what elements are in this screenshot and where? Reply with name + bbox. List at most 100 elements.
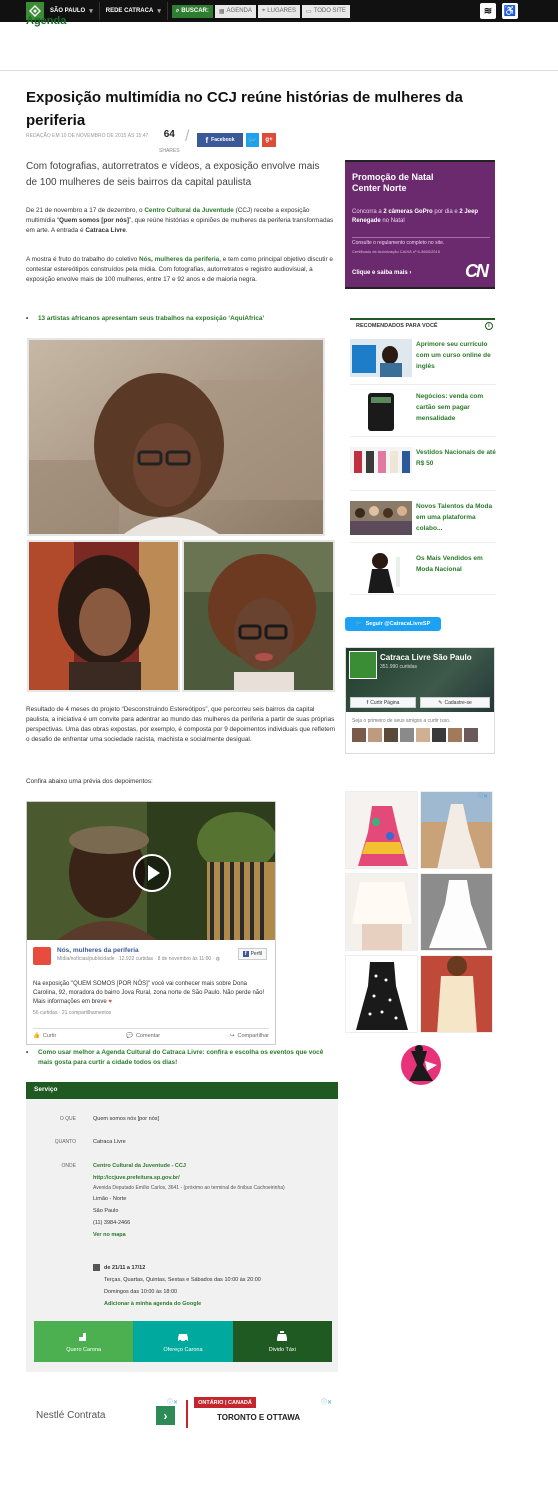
share-facebook-label: Facebook: [211, 137, 235, 143]
share-count: 64: [163, 129, 175, 140]
collective-link[interactable]: Nós, mulheres da periferia: [139, 256, 219, 263]
like-label: Curtir: [42, 1033, 57, 1039]
share-facebook-button[interactable]: f Facebook: [197, 133, 243, 147]
chevron-down-icon: ▾: [157, 8, 161, 15]
play-button[interactable]: [133, 854, 171, 892]
post-actions: 👍 Curtir 💬 Comentar ↪ Compartilhar: [33, 1028, 269, 1039]
filter-todo-site[interactable]: ▭ TODO SITE: [301, 4, 350, 18]
quero-carona-label: Quero Carona: [66, 1346, 102, 1353]
twitter-icon: 🐦: [355, 621, 363, 627]
service-heading: Serviço: [26, 1082, 338, 1099]
page-avatar[interactable]: [33, 947, 51, 965]
ad-text-link[interactable]: Nestlé Contrata: [36, 1410, 105, 1421]
filter-todo-site-label: TODO SITE: [313, 8, 346, 14]
share-counter: 64 SHARES: [159, 130, 180, 157]
accessibility-icon[interactable]: ♿: [502, 3, 518, 19]
share-googleplus-button[interactable]: g+: [262, 133, 276, 147]
avatar[interactable]: [432, 728, 446, 742]
video-player[interactable]: [27, 802, 275, 940]
divido-taxi-button[interactable]: Divido Táxi: [232, 1321, 332, 1362]
ad-banner-tag[interactable]: ONTÁRIO | CANADÁ: [194, 1397, 256, 1408]
recommended-item[interactable]: Negócios: venda com cartão sem pagar men…: [350, 389, 496, 437]
article-title: Exposição multimídia no CCJ reúne histór…: [26, 89, 463, 129]
venue-phone: (11) 3984-2466: [93, 1220, 131, 1226]
avatar[interactable]: [384, 728, 398, 742]
comment-button[interactable]: 💬 Comentar: [126, 1033, 160, 1039]
follow-label: Perfil: [250, 951, 262, 957]
calendar-icon: ▦: [218, 8, 225, 15]
recommended-item[interactable]: Aprimore seu currículo com um curso onli…: [350, 337, 496, 385]
twitter-follow-button[interactable]: 🐦 Seguir @CatracaLivreSP: [345, 617, 441, 631]
page-name-link[interactable]: Nós, mulheres da periferia: [57, 947, 139, 954]
adchoices-icon[interactable]: ⓘ✕: [167, 1397, 178, 1406]
related-link-agenda[interactable]: Como usar melhor a Agenda Cultural do Ca…: [26, 1048, 336, 1068]
facebook-cover: Catraca Livre São Paulo 351.990 curtidas…: [346, 648, 494, 712]
o-que-value: Quem somos nós [por nós]: [93, 1116, 160, 1122]
article-paragraph-3: Resultado de 4 meses do projeto “Descons…: [26, 706, 336, 743]
related-link-aquiafrica[interactable]: 13 artistas africanos apresentam seus tr…: [26, 314, 336, 324]
post-meta: Mídia/notícias/publicidade · 12.922 curt…: [57, 956, 237, 963]
dress-ad-item[interactable]: [345, 791, 418, 869]
facebook-video-embed: Nós, mulheres da periferia Mídia/notícia…: [26, 801, 276, 1045]
share-twitter-button[interactable]: 🐦: [246, 133, 259, 147]
divider: /: [185, 128, 190, 145]
facebook-icon: f: [205, 135, 209, 145]
follow-page-button[interactable]: f Perfil: [237, 948, 267, 960]
recommended-heading-text: RECOMENDADOS PARA VOCÊ: [356, 323, 438, 329]
avatar[interactable]: [352, 728, 366, 742]
recommended-heading: RECOMENDADOS PARA VOCÊ i: [350, 318, 495, 332]
twitter-icon: 🐦: [247, 135, 258, 145]
promo-banner-center-norte[interactable]: Promoção de Natal Center Norte Concorra …: [345, 160, 495, 289]
venue-link[interactable]: Centro Cultural da Juventude - CCJ: [93, 1163, 186, 1169]
dress-ad-item[interactable]: [420, 791, 493, 869]
network-selector[interactable]: REDE CATRACA ▾: [100, 2, 168, 20]
ad-divider: [186, 1400, 188, 1428]
ad-banner-headline[interactable]: TORONTO E OTTAWA: [217, 1413, 300, 1422]
recommended-item[interactable]: Novos Talentos da Moda em uma plataforma…: [350, 497, 496, 543]
price-text: Catraca Livre: [85, 227, 126, 234]
avatar[interactable]: [368, 728, 382, 742]
venue-url[interactable]: http://ccjuve.prefeitura.sp.gov.br/: [93, 1175, 180, 1181]
promo-rules: Consulte o regulamento completo no site.: [352, 237, 490, 246]
ofereco-carona-button[interactable]: Ofereço Carona: [133, 1321, 233, 1362]
adchoices-icon[interactable]: ⓘ✕: [477, 791, 488, 800]
dress-ad-item[interactable]: [345, 955, 418, 1033]
brand-logo[interactable]: [397, 1041, 445, 1089]
globe-icon: ◍: [215, 956, 220, 962]
promo-description: Concorra a 2 câmeras GoPro por dia e 2 J…: [352, 208, 490, 226]
fb-page-name[interactable]: Catraca Livre São Paulo: [380, 653, 472, 662]
catraca-livre-sp-logo[interactable]: [349, 651, 377, 679]
promo-cta[interactable]: Clique e saiba mais ›: [352, 270, 411, 276]
venue-link[interactable]: Centro Cultural da Juventude: [144, 207, 233, 214]
adchoices-icon[interactable]: ⓘ✕: [321, 1397, 332, 1406]
recommended-title: Negócios: venda com cartão sem pagar men…: [416, 393, 484, 422]
recommended-item[interactable]: Vestidos Nacionais de até R$ 50: [350, 443, 496, 491]
service-info-box: Serviço O QUE Quem somos nós [por nós] Q…: [26, 1082, 338, 1372]
filter-agenda[interactable]: ▦ AGENDA: [214, 4, 256, 18]
info-icon[interactable]: i: [485, 322, 493, 330]
recommended-item[interactable]: Os Mais Vendidos em Moda Nacional: [350, 549, 496, 595]
dress-ad-item[interactable]: [345, 873, 418, 951]
avatar[interactable]: [416, 728, 430, 742]
signup-button[interactable]: ✎ Cadastre-se: [420, 697, 490, 708]
ad-go-button[interactable]: ›: [156, 1406, 175, 1425]
share-arrow-icon: ↪: [229, 1033, 235, 1039]
search-button[interactable]: ⌕ BUSCAR:: [171, 4, 213, 18]
ofereco-carona-label: Ofereço Carona: [163, 1346, 203, 1353]
add-to-google-calendar-link[interactable]: Adicionar à minha agenda do Google: [104, 1301, 201, 1307]
filter-lugares-label: LUGARES: [267, 8, 296, 14]
filter-lugares[interactable]: ⌖ LUGARES: [257, 4, 300, 18]
fb-friends-faces: [352, 728, 478, 742]
avatar[interactable]: [464, 728, 478, 742]
avatar[interactable]: [448, 728, 462, 742]
dress-ad-item[interactable]: [420, 955, 493, 1033]
like-page-button[interactable]: f Curtir Página: [350, 697, 416, 708]
rss-icon[interactable]: ≋: [480, 3, 496, 19]
map-link[interactable]: Ver no mapa: [93, 1232, 126, 1238]
dress-ad-item[interactable]: [420, 873, 493, 951]
share-button[interactable]: ↪ Compartilhar: [230, 1033, 269, 1039]
avatar[interactable]: [400, 728, 414, 742]
like-button[interactable]: 👍 Curtir: [33, 1033, 56, 1039]
post-text: Na exposição "QUEM SOMOS [POR NÓS]" você…: [33, 980, 269, 1007]
quero-carona-button[interactable]: Quero Carona: [34, 1321, 134, 1362]
